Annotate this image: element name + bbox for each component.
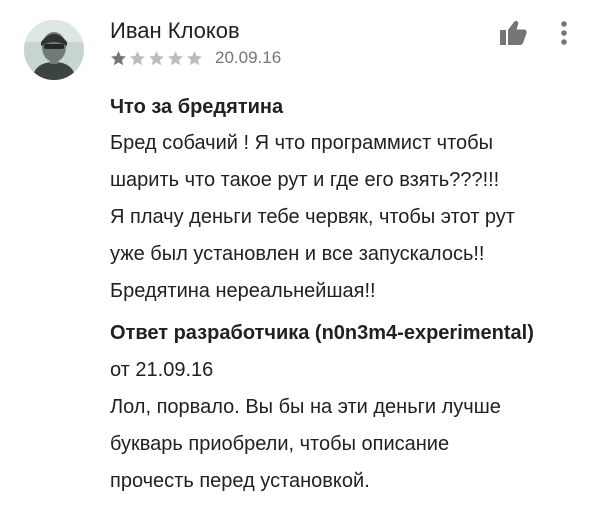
review-text-line: Я плачу деньги тебе червяк, чтобы этот р… (110, 206, 515, 228)
review-card: Иван Клоков 20.09.16 Что за бредятина Бр… (0, 0, 600, 531)
avatar[interactable] (24, 20, 84, 80)
review-text-line: Бред собачий ! Я что программист чтобы (110, 132, 493, 154)
user-photo-avatar (24, 20, 84, 80)
developer-reply-date: от 21.09.16 (110, 359, 214, 381)
rating-row: 20.09.16 (110, 47, 281, 69)
star-empty-icon (168, 50, 183, 65)
helpful-button[interactable] (496, 16, 530, 50)
star-empty-icon (130, 50, 145, 65)
developer-reply-header: Ответ разработчика (n0n3m4-experimental) (110, 322, 534, 344)
developer-reply-text: Лол, порвало. Вы бы на эти деньги лучше … (110, 389, 580, 500)
star-filled-icon (111, 50, 126, 65)
star-empty-icon (187, 50, 202, 65)
thumbs-up-icon (500, 20, 527, 45)
more-vert-icon (561, 21, 567, 45)
review-text-line: шарить что такое рут и где его взять???!… (110, 169, 500, 191)
star-rating (110, 50, 205, 67)
developer-reply-line: Лол, порвало. Вы бы на эти деньги лучше (110, 396, 501, 418)
developer-reply-line: букварь приобрели, чтобы описание (110, 433, 450, 455)
developer-reply-line: прочесть перед установкой. (110, 470, 370, 492)
review-text: Бред собачий ! Я что программист чтобы ш… (110, 125, 580, 310)
star-empty-icon (149, 50, 164, 65)
author-name: Иван Клоков (110, 18, 240, 43)
review-text-line: Бредятина нереальнейшая!! (110, 280, 376, 302)
more-options-button[interactable] (552, 16, 576, 50)
review-text-line: уже был установлен и все запускалось!! (110, 243, 485, 265)
review-title: Что за бредятина (110, 96, 284, 118)
review-date: 20.09.16 (215, 48, 282, 67)
